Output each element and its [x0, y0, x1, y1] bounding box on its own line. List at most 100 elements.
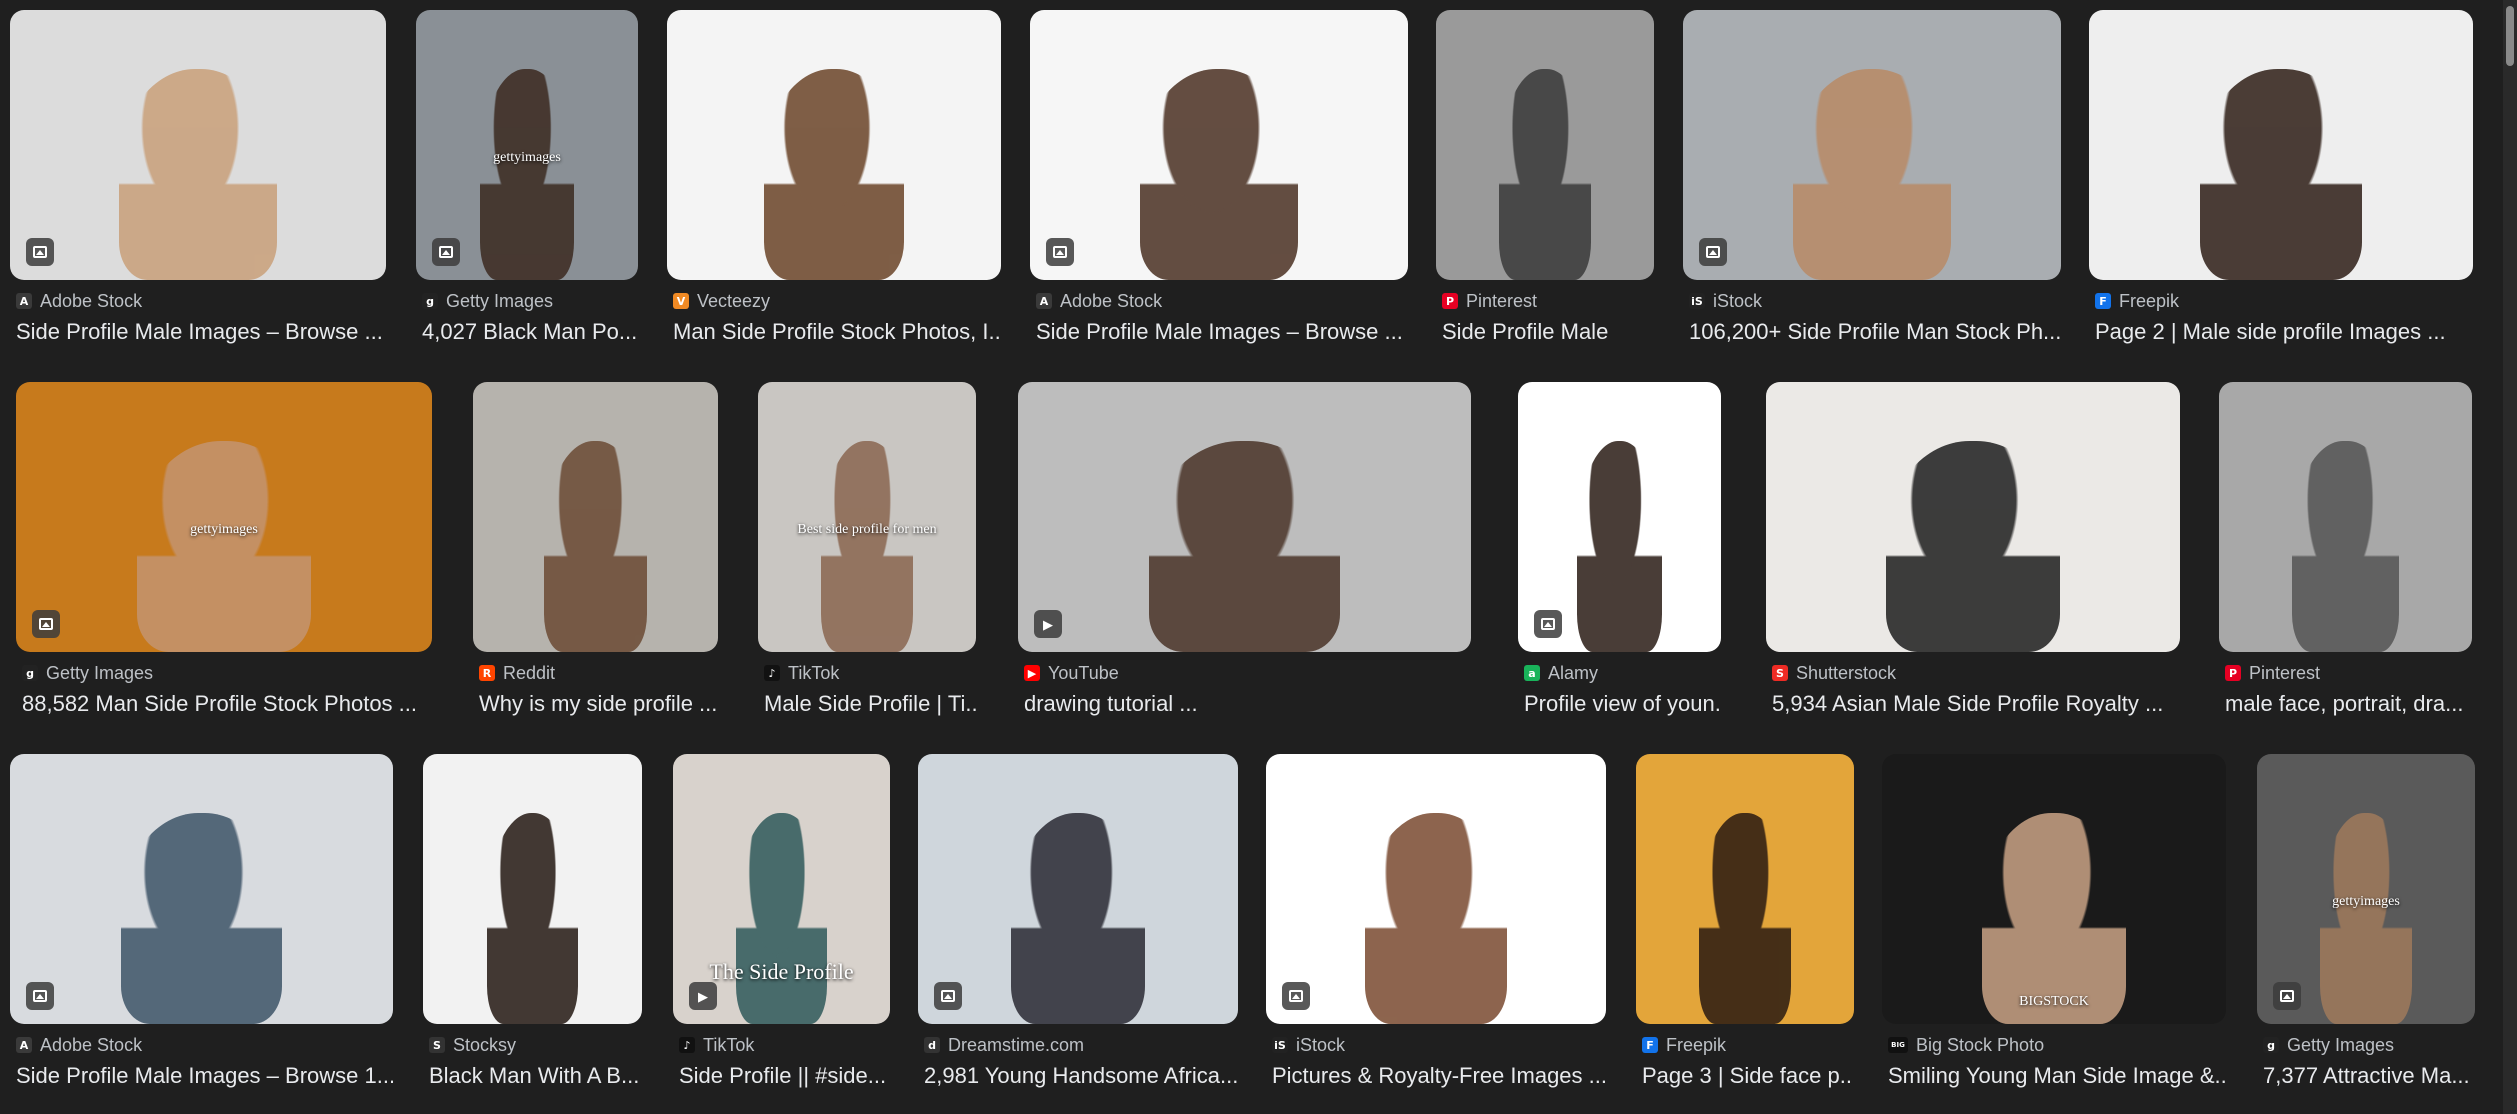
image-result-card[interactable]: iS iStock Pictures & Royalty-Free Images .…	[1266, 754, 1606, 1104]
result-title[interactable]: Side Profile Male Images – Browse 1...	[16, 1063, 393, 1089]
result-thumbnail[interactable]	[1766, 382, 2180, 652]
result-title[interactable]: 88,582 Man Side Profile Stock Photos ...	[22, 691, 432, 717]
result-source[interactable]: ♪ TikTok	[679, 1034, 754, 1056]
image-result-card[interactable]: P Pinterest Side Profile Male	[1436, 10, 1654, 360]
result-thumbnail[interactable]: The Side Profile ▶	[673, 754, 890, 1024]
result-thumbnail[interactable]	[1266, 754, 1606, 1024]
image-result-card[interactable]: A Adobe Stock Side Profile Male Images – B…	[10, 754, 393, 1104]
result-title[interactable]: Page 2 | Male side profile Images ...	[2095, 319, 2473, 345]
result-title[interactable]: 5,934 Asian Male Side Profile Royalty ..…	[1772, 691, 2180, 717]
image-result-card[interactable]: S Stocksy Black Man With A B...	[423, 754, 642, 1104]
result-title[interactable]: 2,981 Young Handsome Africa...	[924, 1063, 1238, 1089]
image-result-card[interactable]: BIGSTOCK BIG Big Stock Photo Smiling Young …	[1882, 754, 2226, 1104]
result-source[interactable]: F Freepik	[1642, 1034, 1726, 1056]
image-result-card[interactable]: ▶ ▶ YouTube drawing tutorial ...	[1018, 382, 1471, 732]
result-source[interactable]: BIG Big Stock Photo	[1888, 1034, 2044, 1056]
result-source[interactable]: iS iStock	[1272, 1034, 1345, 1056]
result-title[interactable]: 4,027 Black Man Po...	[422, 319, 638, 345]
source-name: iStock	[1713, 290, 1763, 311]
result-thumbnail[interactable]: gettyimages	[2257, 754, 2475, 1024]
result-title[interactable]: Smiling Young Man Side Image &...	[1888, 1063, 2226, 1089]
result-thumbnail[interactable]	[10, 10, 386, 280]
result-title[interactable]: Man Side Profile Stock Photos, I...	[673, 319, 1001, 345]
result-source[interactable]: iS iStock	[1689, 290, 1762, 312]
result-source[interactable]: P Pinterest	[2225, 662, 2320, 684]
profile-photo-figure	[2292, 441, 2399, 652]
image-result-card[interactable]: R Reddit Why is my side profile ...	[473, 382, 718, 732]
image-result-card[interactable]: Best side profile for men ♪ TikTok Male Sid…	[758, 382, 976, 732]
image-result-card[interactable]: A Adobe Stock Side Profile Male Images – B…	[1030, 10, 1408, 360]
result-title[interactable]: Profile view of youn...	[1524, 691, 1721, 717]
result-title[interactable]: Side Profile Male Images – Browse ...	[1036, 319, 1408, 345]
result-title[interactable]: drawing tutorial ...	[1024, 691, 1471, 717]
result-source[interactable]: ▶ YouTube	[1024, 662, 1119, 684]
image-result-card[interactable]: iS iStock 106,200+ Side Profile Man Stock …	[1683, 10, 2061, 360]
result-source[interactable]: d Dreamstime.com	[924, 1034, 1084, 1056]
result-title[interactable]: Why is my side profile ...	[479, 691, 718, 717]
result-source[interactable]: A Adobe Stock	[1036, 290, 1162, 312]
result-source[interactable]: F Freepik	[2095, 290, 2179, 312]
image-result-card[interactable]: F Freepik Page 3 | Side face p...	[1636, 754, 1854, 1104]
result-thumbnail[interactable]	[2089, 10, 2473, 280]
vertical-scrollbar[interactable]	[2503, 0, 2517, 1114]
result-thumbnail[interactable]	[423, 754, 642, 1024]
result-source[interactable]: R Reddit	[479, 662, 555, 684]
result-title[interactable]: Page 3 | Side face p...	[1642, 1063, 1854, 1089]
result-title[interactable]: Side Profile Male Images – Browse ...	[16, 319, 386, 345]
result-thumbnail[interactable]	[1518, 382, 1721, 652]
result-source[interactable]: g Getty Images	[2263, 1034, 2394, 1056]
result-source[interactable]: S Shutterstock	[1772, 662, 1896, 684]
result-thumbnail[interactable]: Best side profile for men	[758, 382, 976, 652]
result-thumbnail[interactable]	[1636, 754, 1854, 1024]
result-title[interactable]: Pictures & Royalty-Free Images ...	[1272, 1063, 1606, 1089]
result-source[interactable]: A Adobe Stock	[16, 1034, 142, 1056]
result-source[interactable]: ♪ TikTok	[764, 662, 839, 684]
result-thumbnail[interactable]	[918, 754, 1238, 1024]
result-source[interactable]: S Stocksy	[429, 1034, 516, 1056]
result-title[interactable]: Side Profile Male	[1442, 319, 1654, 345]
scrollbar-thumb[interactable]	[2506, 6, 2514, 66]
result-thumbnail[interactable]: gettyimages	[16, 382, 432, 652]
result-source[interactable]: V Vecteezy	[673, 290, 770, 312]
result-thumbnail[interactable]	[2219, 382, 2472, 652]
result-thumbnail[interactable]	[473, 382, 718, 652]
result-title[interactable]: Male Side Profile | Ti...	[764, 691, 976, 717]
image-result-card[interactable]: a Alamy Profile view of youn...	[1518, 382, 1721, 732]
image-result-card[interactable]: P Pinterest male face, portrait, dra...	[2219, 382, 2472, 732]
result-source[interactable]: A Adobe Stock	[16, 290, 142, 312]
profile-photo-figure	[1576, 441, 1663, 652]
image-result-card[interactable]: gettyimages g Getty Images 4,027 Black Man …	[416, 10, 638, 360]
image-result-card[interactable]: V Vecteezy Man Side Profile Stock Photos, …	[667, 10, 1001, 360]
result-source[interactable]: P Pinterest	[1442, 290, 1537, 312]
image-result-card[interactable]: A Adobe Stock Side Profile Male Images – B…	[10, 10, 386, 360]
result-thumbnail[interactable]: gettyimages	[416, 10, 638, 280]
result-thumbnail[interactable]	[10, 754, 393, 1024]
image-result-card[interactable]: F Freepik Page 2 | Male side profile Image…	[2089, 10, 2473, 360]
site-favicon-icon: P	[1442, 293, 1458, 309]
source-name: Getty Images	[446, 290, 554, 311]
result-title[interactable]: Side Profile || #side...	[679, 1063, 890, 1089]
site-favicon-icon: g	[22, 665, 38, 681]
result-title[interactable]: 106,200+ Side Profile Man Stock Ph...	[1689, 319, 2061, 345]
result-source[interactable]: a Alamy	[1524, 662, 1598, 684]
result-source[interactable]: g Getty Images	[422, 290, 553, 312]
image-result-card[interactable]: gettyimages g Getty Images 7,377 Attractive…	[2257, 754, 2475, 1104]
image-result-card[interactable]: S Shutterstock 5,934 Asian Male Side Profi…	[1766, 382, 2180, 732]
site-favicon-icon: iS	[1689, 293, 1705, 309]
thumbnail-overlay-text: gettyimages	[493, 150, 561, 165]
source-name: Getty Images	[46, 662, 154, 683]
result-source[interactable]: g Getty Images	[22, 662, 153, 684]
result-title[interactable]: Black Man With A B...	[429, 1063, 642, 1089]
image-result-card[interactable]: The Side Profile ▶ ♪ TikTok Side Profile || …	[673, 754, 890, 1104]
result-thumbnail[interactable]	[1683, 10, 2061, 280]
image-result-card[interactable]: d Dreamstime.com 2,981 Young Handsome Afri…	[918, 754, 1238, 1104]
result-thumbnail[interactable]	[667, 10, 1001, 280]
result-title[interactable]: 7,377 Attractive Ma...	[2263, 1063, 2475, 1089]
source-name: Adobe Stock	[40, 1034, 143, 1055]
image-result-card[interactable]: gettyimages g Getty Images 88,582 Man Side …	[16, 382, 432, 732]
result-title[interactable]: male face, portrait, dra...	[2225, 691, 2472, 717]
result-thumbnail[interactable]: BIGSTOCK	[1882, 754, 2226, 1024]
result-thumbnail[interactable]	[1436, 10, 1654, 280]
result-thumbnail[interactable]	[1030, 10, 1408, 280]
result-thumbnail[interactable]: ▶	[1018, 382, 1471, 652]
